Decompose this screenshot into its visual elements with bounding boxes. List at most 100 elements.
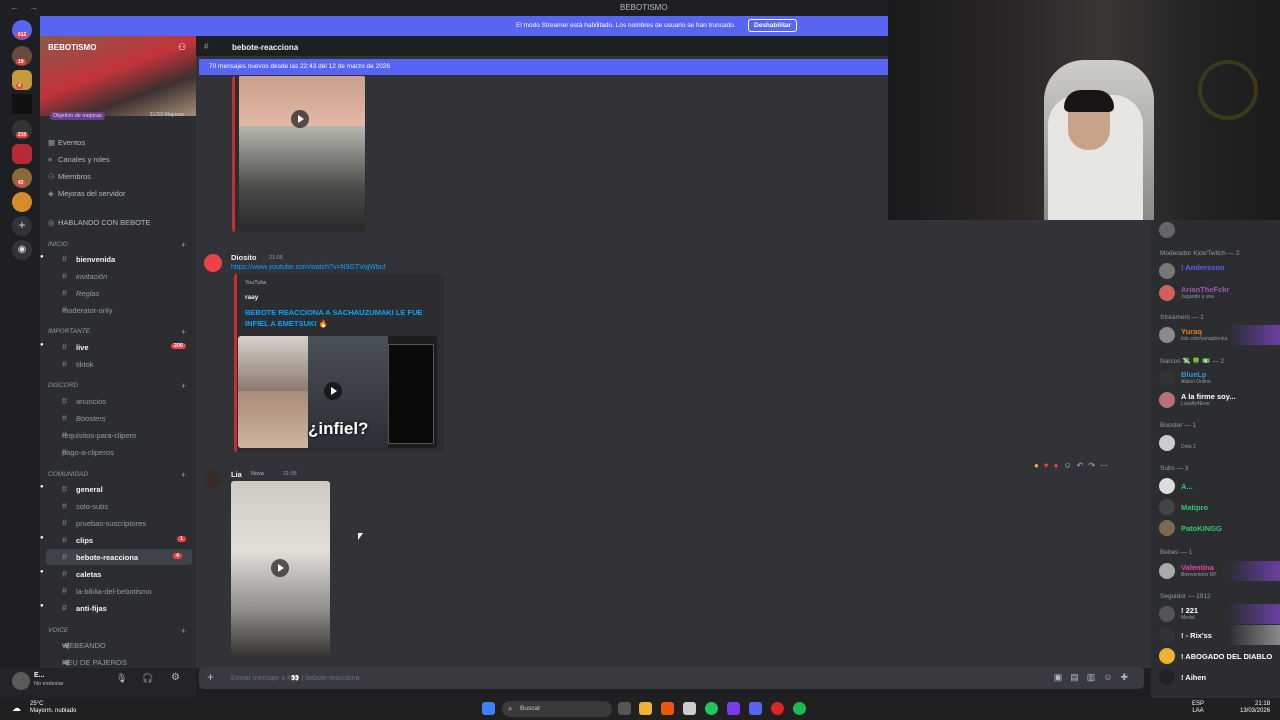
server-icon[interactable] [12,192,32,212]
member-item[interactable]: Dota 2 [1151,433,1280,453]
back-arrow-icon[interactable]: ← [10,2,19,12]
member-item[interactable]: ! ABOGADO DEL DIABLO [1151,646,1280,666]
nav-arrows[interactable]: ← → [10,2,48,12]
invite-icon[interactable]: ⚇ [178,42,186,53]
attach-plus-icon[interactable]: + [207,670,214,684]
member-item[interactable]: BlueLp Albion Online [1151,368,1280,388]
language-indicator[interactable]: ESP LAA [1192,701,1204,715]
member-item[interactable]: A... [1151,476,1280,496]
task-view-icon[interactable] [618,702,631,715]
app-icon[interactable] [771,702,784,715]
channel-pago[interactable]: # pago-a-cliperos [40,444,196,460]
voice-reu[interactable]: ◀ REU DE PAJEROS [40,654,196,668]
member-item[interactable]: ArianTheFckr Jugando a una [1151,283,1280,303]
play-icon[interactable] [271,559,289,577]
system-clock[interactable]: 21:18 13/03/2026 [1240,701,1270,715]
new-messages-bar[interactable]: 70 mensajes nuevos desde las 22:43 del 1… [199,59,888,75]
reaction-icon[interactable]: ● [1054,461,1059,470]
disable-streamer-button[interactable]: Deshabilitar [748,19,798,32]
server-icon[interactable] [12,94,32,114]
message-input[interactable]: + Enviar mensaje a #👀 | bebote-reacciona… [199,667,1144,689]
embed-title[interactable]: BEBOTE REACCIONA A SACHAUZUMAKI LE FUE I… [245,307,445,329]
channel-biblia[interactable]: # la-biblia-del-bebotismo [40,583,196,599]
add-channel-icon[interactable]: + [181,327,186,337]
member-item[interactable]: Yuraq tiok.com/yuraqhenka [1151,325,1280,345]
category-voice[interactable]: VOICE + [48,626,188,636]
heart-icon[interactable]: ♥ [1044,461,1049,470]
reaction-icon[interactable]: ● [1034,461,1039,470]
brave-icon[interactable] [661,702,674,715]
more-icon[interactable]: ⋯ [1100,461,1108,470]
add-channel-icon[interactable]: + [181,626,186,636]
channel-tiktok[interactable]: # tiktok [40,356,196,372]
forward-arrow-icon[interactable]: → [29,2,38,12]
menu-channels-roles[interactable]: ≡ Canales y roles [48,155,110,164]
emoji-icon[interactable]: ☺ [1103,672,1120,682]
channel-live[interactable]: ● # live 206 [40,339,196,355]
category-comunidad[interactable]: COMUNIDAD + [48,470,188,480]
avatar[interactable] [204,470,222,488]
member-item[interactable]: ! 221 Medal [1151,604,1280,624]
calculator-icon[interactable] [683,702,696,715]
menu-stage[interactable]: ◎ HABLANDO CON BEBOTE [48,218,151,227]
channel-invitacion[interactable]: # invitación [40,268,196,284]
member-item[interactable]: A la firme soy... Loyalty4Ever [1151,390,1280,410]
avatar[interactable] [12,672,30,690]
add-channel-icon[interactable]: + [181,381,186,391]
sticker-icon[interactable]: ▥ [1087,672,1104,682]
add-reaction-icon[interactable]: ☺ [1063,461,1071,470]
member-item[interactable] [1151,220,1280,240]
message-author[interactable]: Lia [231,470,242,479]
guild-name[interactable]: BEBOTISMO [48,43,96,52]
category-inicio[interactable]: INICIO + [48,240,188,250]
embed-author[interactable]: raay [245,294,258,301]
channel-general[interactable]: ● # general [40,481,196,497]
play-icon[interactable] [324,382,342,400]
microphone-icon[interactable]: 🎙 [116,673,127,684]
channel-bebote-reacciona[interactable]: # bebote-reacciona 4 [46,549,192,565]
weather-icon[interactable]: ☁ [12,703,21,714]
add-server-icon[interactable]: + [12,216,32,236]
channel-boosters[interactable]: # Boosters [40,410,196,426]
menu-boosts[interactable]: ◈ Mejoras del servidor [48,189,126,198]
menu-members[interactable]: ⚇ Miembros [48,172,91,181]
avatar[interactable] [204,254,222,272]
search-input[interactable]: ⌕ Buscar [502,701,612,717]
forward-icon[interactable]: ↷ [1088,461,1095,470]
discord-icon[interactable] [749,702,762,715]
channel-bienvenida[interactable]: ● # bienvenida [40,251,196,267]
menu-events[interactable]: ▦ Eventos [48,138,85,147]
channel-clips[interactable]: ● # clips 1 [40,532,196,548]
member-item[interactable]: PatoKINGG [1151,518,1280,538]
channel-pruebas[interactable]: # pruebas-suscriptores [40,515,196,531]
category-importante[interactable]: IMPORTANTE + [48,327,188,337]
apps-icon[interactable]: ✚ [1120,672,1136,682]
add-channel-icon[interactable]: + [181,470,186,480]
channel-solo-subs[interactable]: # solo-subs [40,498,196,514]
video-attachment[interactable] [232,76,366,232]
message-link[interactable]: https://www.youtube.com/watch?v=N9GTVqjW… [231,264,386,271]
voice-webeando[interactable]: ◀ WEBEANDO [40,637,196,653]
video-attachment[interactable] [231,481,330,655]
channel-anti-fijas[interactable]: ● # anti-fijas [40,600,196,616]
member-item[interactable]: ! Andersson [1151,261,1280,281]
gear-icon[interactable]: ⚙ [171,672,180,683]
message-author[interactable]: Diosito [231,253,256,262]
reply-icon[interactable]: ↶ [1077,461,1084,470]
gift-icon[interactable]: ▣ [1054,672,1071,682]
channel-caletas[interactable]: ● # caletas [40,566,196,582]
embed-video[interactable]: ¿infiel? [238,336,437,448]
headphones-icon[interactable]: 🎧 [142,673,153,684]
channel-reglas[interactable]: # Reglas [40,285,196,301]
teams-icon[interactable] [727,702,740,715]
channel-requisitos[interactable]: # requisitos-para-clipero [40,427,196,443]
channel-anuncios[interactable]: # anuncios [40,393,196,409]
input-icons[interactable]: ▣▤▥☺✚ [1054,672,1136,683]
start-icon[interactable] [482,702,495,715]
explore-icon[interactable]: ◉ [12,240,32,260]
member-item[interactable]: ! - Rix'ss [1151,625,1280,645]
member-item[interactable]: ! Aihen [1151,667,1280,687]
weather-widget[interactable]: 25°C Mayorm. nublado [30,701,76,715]
category-discord[interactable]: DISCORD + [48,381,188,391]
channel-moderator[interactable]: # moderator-only [40,302,196,318]
